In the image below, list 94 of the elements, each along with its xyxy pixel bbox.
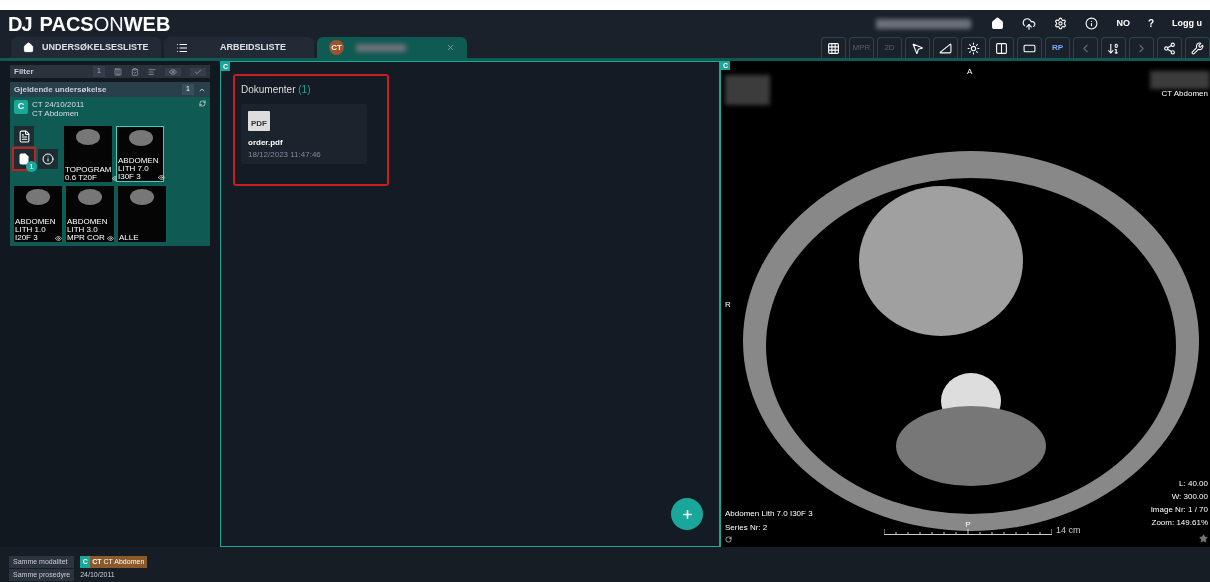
toolbar-button[interactable] xyxy=(1157,37,1182,58)
cloud-upload-icon[interactable] xyxy=(1022,16,1037,31)
scan-image-drawing xyxy=(129,130,153,146)
tab[interactable]: ARBEIDSLISTE xyxy=(164,37,314,58)
document-date: 18/12/2023 11:47:46 xyxy=(248,149,322,161)
scan-image-drawing xyxy=(76,129,100,145)
window-width: W: 300.00 xyxy=(1171,491,1208,503)
eye-icon xyxy=(111,175,119,182)
study-badge: C xyxy=(14,100,28,114)
series-label: ABDOMEN LITH 3.0 MPR COR xyxy=(67,218,108,242)
info-icon[interactable] xyxy=(1085,17,1099,30)
document-icon xyxy=(18,153,30,165)
toolbar-button[interactable] xyxy=(989,37,1014,58)
redacted-patient xyxy=(725,75,770,105)
series-thumbnail[interactable]: ALLE xyxy=(118,186,166,242)
align-left-icon[interactable] xyxy=(148,67,156,76)
image-number: Image Nr: 1 / 70 xyxy=(1150,504,1208,516)
eye-icon xyxy=(55,235,63,242)
series-label: ABDOMEN LITH 1.0 I20F 3 xyxy=(15,218,56,242)
redacted-info xyxy=(1150,71,1210,89)
sort-icon xyxy=(1107,41,1120,55)
pointer-icon xyxy=(911,41,924,55)
star-icon[interactable] xyxy=(1199,534,1208,543)
tab[interactable]: CT xyxy=(317,37,467,58)
refresh-icon[interactable] xyxy=(199,100,206,107)
eye-icon xyxy=(169,67,177,76)
series-label: TOPOGRAM 0.6 T20F xyxy=(65,166,112,182)
ruler-icon xyxy=(939,41,952,55)
filter-label: Filter xyxy=(14,65,35,78)
document-name: order.pdf xyxy=(248,137,284,149)
series-label: ABDOMEN LITH 7.0 I30F 3 xyxy=(118,157,159,181)
documents-title: Dokumenter (1) xyxy=(241,83,312,97)
eye-icon xyxy=(107,235,115,242)
toolbar-button[interactable] xyxy=(1101,37,1126,58)
modality-badge: CT xyxy=(329,40,344,55)
home-icon[interactable] xyxy=(991,17,1005,30)
orientation-label: P xyxy=(965,521,971,529)
eye-icon xyxy=(158,174,166,181)
toolbar-button[interactable] xyxy=(905,37,930,58)
document-count-badge: 1 xyxy=(26,161,37,172)
series-name: Abdomen Lith 7.0 I30F 3 xyxy=(725,508,813,520)
home-icon xyxy=(23,42,34,53)
study-name: CT Abdomen xyxy=(1161,88,1208,100)
plus-icon xyxy=(680,507,694,521)
rotate-icon[interactable] xyxy=(725,536,732,543)
settings-icon[interactable] xyxy=(1054,17,1068,30)
redacted-patient xyxy=(356,43,406,52)
scale-label: 14 cm xyxy=(1056,526,1081,535)
grid-icon xyxy=(827,41,840,55)
share-icon xyxy=(1163,41,1176,55)
eye-button[interactable] xyxy=(165,67,181,76)
brightness-icon xyxy=(967,41,980,55)
info-icon xyxy=(42,153,54,165)
study-title: CT 24/10/2011 xyxy=(32,100,86,109)
group-title: Gjeldende undersøkelse xyxy=(14,83,108,96)
language-button[interactable]: NO xyxy=(1116,16,1130,31)
series-thumbnail[interactable]: ABDOMEN LITH 7.0 I30F 3 xyxy=(116,126,164,182)
study-subtitle: CT Abdomen xyxy=(32,109,80,118)
report-icon xyxy=(17,129,31,143)
split-view-icon xyxy=(995,41,1008,55)
logo-text: PACSONWEB xyxy=(39,13,171,34)
toolbar-button[interactable] xyxy=(933,37,958,58)
close-icon[interactable] xyxy=(446,43,455,52)
check-button[interactable] xyxy=(190,67,206,76)
series-number: Series Nr: 2 xyxy=(725,522,769,534)
series-thumbnail[interactable]: ABDOMEN LITH 1.0 I20F 3 xyxy=(14,186,62,242)
wrench-icon xyxy=(1191,41,1204,55)
check-icon xyxy=(194,67,202,76)
logout-link[interactable]: Logg u xyxy=(1172,16,1202,31)
series-thumbnail[interactable]: ABDOMEN LITH 3.0 MPR COR xyxy=(66,186,114,242)
columns-icon[interactable] xyxy=(114,67,122,76)
series-label: ALLE xyxy=(119,234,140,242)
document-card[interactable]: PDF order.pdf 18/12/2023 11:47:46 xyxy=(241,104,367,164)
toolbar-button[interactable] xyxy=(821,37,846,58)
help-button[interactable]: ? xyxy=(1147,16,1154,31)
scan-image-drawing xyxy=(130,189,154,205)
toolbar-button[interactable] xyxy=(1017,37,1042,58)
clipboard-icon[interactable] xyxy=(131,67,139,76)
orientation-label: R xyxy=(725,299,731,311)
tab[interactable]: UNDERSØKELSESLISTE xyxy=(11,37,161,58)
info-document-button[interactable] xyxy=(38,149,58,169)
scan-image-drawing xyxy=(26,189,50,205)
orientation-label: A xyxy=(967,66,973,78)
logo-mark: DJ xyxy=(8,13,32,34)
toolbar-button[interactable] xyxy=(1185,37,1210,58)
toolbar-button[interactable]: RP xyxy=(1045,37,1070,58)
window-level: L: 40.00 xyxy=(1179,478,1208,490)
list-icon xyxy=(176,41,188,54)
zoom-level: Zoom: 149.61% xyxy=(1151,517,1208,529)
report-button[interactable] xyxy=(14,126,34,146)
toolbar-button[interactable] xyxy=(961,37,986,58)
scan-image-drawing xyxy=(78,189,102,205)
add-button[interactable] xyxy=(671,498,703,530)
pdf-icon: PDF xyxy=(248,111,270,131)
